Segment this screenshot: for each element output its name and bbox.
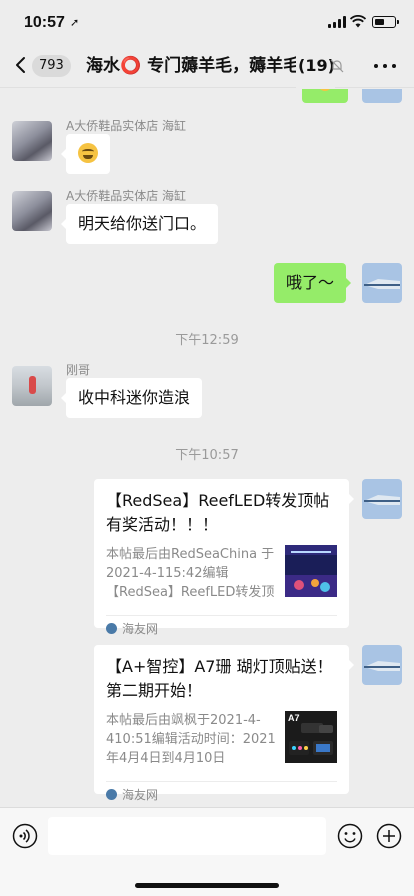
- source-logo-icon: [106, 789, 117, 800]
- emoji-message[interactable]: [61, 134, 110, 174]
- chat-header: 793 海水⭕ 专门薅羊毛，薅羊毛群 (19): [0, 44, 414, 88]
- emoji-icon[interactable]: [337, 823, 363, 849]
- location-arrow-icon: ➚: [70, 16, 80, 29]
- card-source-name: 海友网: [122, 787, 159, 802]
- chat-title[interactable]: 海水⭕ 专门薅羊毛，薅羊毛群: [86, 44, 330, 88]
- card-source-name: 海友网: [122, 621, 159, 636]
- chat-message-list[interactable]: A大侨鞋品实体店 海缸 A大侨鞋品实体店 海缸 明天给你送门口。 哦了～ 下午1…: [0, 89, 414, 807]
- sender-avatar[interactable]: [12, 191, 52, 231]
- sender-name: A大侨鞋品实体店 海缸: [66, 119, 187, 133]
- signal-icon: [328, 16, 346, 28]
- back-chevron-icon[interactable]: [14, 56, 28, 74]
- battery-icon: [372, 16, 399, 28]
- text-message[interactable]: 明天给你送门口。: [60, 204, 219, 244]
- card-thumbnail: [285, 545, 337, 597]
- more-icon[interactable]: [374, 64, 396, 68]
- my-avatar[interactable]: [362, 645, 402, 685]
- voice-icon[interactable]: [12, 823, 38, 849]
- source-logo-icon: [106, 623, 117, 634]
- card-source: 海友网: [106, 615, 337, 641]
- card-thumbnail: A7: [285, 711, 337, 763]
- home-indicator: [135, 883, 279, 888]
- message-input-bar: [0, 807, 414, 896]
- wifi-icon: [350, 15, 366, 28]
- timestamp: 下午10:57: [175, 448, 239, 463]
- crying-laugh-emoji-icon: [78, 143, 98, 163]
- my-avatar[interactable]: [362, 89, 402, 103]
- my-avatar[interactable]: [362, 263, 402, 303]
- mute-bell-icon: [330, 59, 344, 73]
- link-card[interactable]: 【RedSea】ReefLED转发顶帖有奖活动！！！ 本帖最后由RedSeaCh…: [94, 479, 354, 636]
- plus-icon[interactable]: [376, 823, 402, 849]
- link-card[interactable]: 【A+智控】A7珊 瑚灯顶贴送！第二期开始！ 本帖最后由飒枫于2021-4-41…: [94, 645, 354, 802]
- card-title: 【RedSea】ReefLED转发顶帖有奖活动！！！: [106, 491, 330, 534]
- card-source: 海友网: [106, 781, 337, 807]
- card-title: 【A+智控】A7珊 瑚灯顶贴送！第二期开始！: [106, 657, 333, 700]
- card-description: 本帖最后由RedSeaChina 于2021-4-115:42编辑【RedSea…: [106, 547, 275, 600]
- sender-avatar[interactable]: [12, 366, 52, 406]
- my-text-message[interactable]: 哦了～: [274, 263, 352, 303]
- sender-name: 刚哥: [66, 363, 91, 377]
- timestamp: 下午12:59: [175, 333, 239, 348]
- card-description: 本帖最后由飒枫于2021-4-410:51编辑活动时间：2021年4月4日到4月…: [106, 713, 276, 766]
- sender-name: A大侨鞋品实体店 海缸: [66, 189, 187, 203]
- message-input[interactable]: [48, 817, 326, 855]
- status-bar: 10:57 ➚: [0, 0, 414, 44]
- previous-message-bubble: [302, 89, 348, 103]
- status-time: 10:57: [24, 14, 65, 31]
- thumbnail-label: A7: [288, 713, 300, 723]
- sender-avatar[interactable]: [12, 121, 52, 161]
- text-message[interactable]: 收中科迷你造浪: [60, 378, 203, 418]
- my-avatar[interactable]: [362, 479, 402, 519]
- unread-count-badge[interactable]: 793: [32, 55, 71, 77]
